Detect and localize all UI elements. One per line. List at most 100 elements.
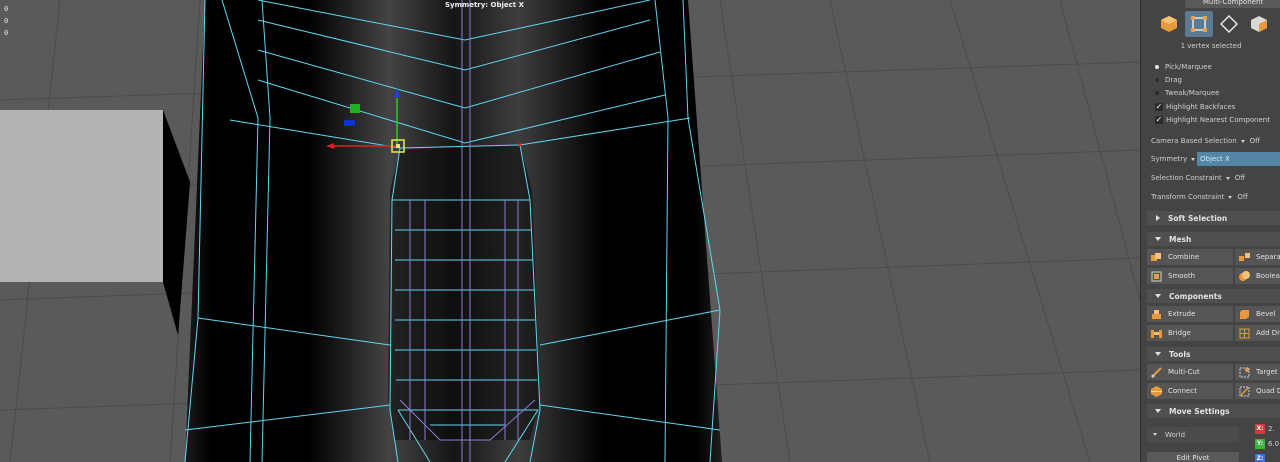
transform-constraint-setting[interactable]: Transform Constraint Off xyxy=(1151,190,1248,204)
section-title: Components xyxy=(1169,291,1222,301)
dropdown-arrow-icon xyxy=(1240,139,1245,143)
face-mode-icon xyxy=(1251,16,1267,32)
bevel-icon xyxy=(1240,309,1249,319)
symmetry-setting[interactable]: Symmetry xyxy=(1151,152,1200,166)
vertex-mode-button[interactable] xyxy=(1215,11,1243,37)
option-label: Pick/Marquee xyxy=(1165,63,1212,71)
edit-pivot-button[interactable]: Edit Pivot xyxy=(1147,452,1239,462)
selection-constraint-setting[interactable]: Selection Constraint Off xyxy=(1151,171,1245,185)
section-title: Move Settings xyxy=(1169,406,1230,416)
object-mode-icon xyxy=(1161,16,1177,32)
target-weld-button[interactable]: Target Weld xyxy=(1235,364,1280,380)
smooth-button[interactable]: Smooth xyxy=(1147,268,1233,284)
y-axis-chip: Y: xyxy=(1255,439,1265,449)
collapsed-arrow-icon xyxy=(1156,215,1160,221)
quad-draw-button[interactable]: Quad Draw xyxy=(1235,383,1280,399)
connect-icon xyxy=(1151,385,1162,397)
multi-cut-button[interactable]: Multi-Cut xyxy=(1147,364,1233,380)
dropdown-arrow-icon xyxy=(1228,195,1233,199)
hud-stat-3: 0 xyxy=(4,29,9,37)
y-axis-value[interactable]: 6.0 xyxy=(1268,440,1279,448)
tool-label: Combine xyxy=(1168,253,1200,261)
selection-count: 1 vertex selected xyxy=(1180,42,1242,50)
section-title: Soft Selection xyxy=(1168,213,1228,223)
boolean-icon xyxy=(1239,270,1250,281)
camera-based-selection-setting[interactable]: Camera Based Selection Off xyxy=(1151,134,1260,148)
separate-button[interactable]: Separate xyxy=(1235,249,1280,265)
tool-label: Add Divisions xyxy=(1256,329,1280,337)
combine-icon xyxy=(1151,252,1161,261)
separate-icon xyxy=(1239,252,1250,261)
setting-value: Off xyxy=(1249,137,1261,145)
dropdown-arrow-icon xyxy=(1225,176,1230,180)
tool-label: Bridge xyxy=(1168,329,1191,337)
world-space-dropdown[interactable]: World xyxy=(1147,427,1239,442)
pick-marquee-option[interactable]: Pick/Marquee xyxy=(1155,61,1212,73)
mesh-section[interactable]: Mesh xyxy=(1147,232,1280,246)
dropdown-arrow-icon xyxy=(1153,433,1157,436)
target-weld-icon xyxy=(1239,367,1250,377)
setting-value: Off xyxy=(1234,174,1246,182)
checkbox-label: Highlight Backfaces xyxy=(1166,103,1236,111)
section-title: Tools xyxy=(1169,349,1191,359)
object-mode-button[interactable] xyxy=(1155,11,1183,37)
expanded-arrow-icon xyxy=(1155,409,1161,413)
check-icon: ✓ xyxy=(1155,115,1163,124)
checkbox-label: Highlight Nearest Component xyxy=(1166,116,1270,124)
tweak-marquee-option[interactable]: Tweak/Marquee xyxy=(1155,87,1219,99)
connect-button[interactable]: Connect xyxy=(1147,383,1233,399)
setting-label: Transform Constraint xyxy=(1151,193,1225,201)
tool-label: Extrude xyxy=(1168,310,1196,318)
tool-label: Bevel xyxy=(1256,310,1276,318)
setting-label: Selection Constraint xyxy=(1151,174,1222,182)
components-section[interactable]: Components xyxy=(1147,289,1280,303)
symmetry-dropdown[interactable]: Object X xyxy=(1197,152,1280,166)
setting-value: Off xyxy=(1237,193,1248,201)
expanded-arrow-icon xyxy=(1155,352,1161,356)
multi-component-button[interactable] xyxy=(1185,11,1213,37)
section-title: Mesh xyxy=(1169,234,1192,244)
face-mode-button[interactable] xyxy=(1245,11,1273,37)
tool-label: Separate xyxy=(1256,253,1280,261)
soft-selection-section[interactable]: Soft Selection xyxy=(1147,211,1280,225)
check-icon: ✓ xyxy=(1155,102,1163,111)
move-settings-section[interactable]: Move Settings xyxy=(1147,404,1280,418)
tools-section[interactable]: Tools xyxy=(1147,347,1280,361)
radio-selected-icon xyxy=(1155,65,1159,69)
option-label: Tweak/Marquee xyxy=(1165,89,1220,97)
tool-label: Connect xyxy=(1168,387,1197,395)
highlight-nearest-checkbox[interactable]: ✓ Highlight Nearest Component xyxy=(1155,114,1270,126)
boolean-button[interactable]: Boolean xyxy=(1235,268,1280,284)
x-axis-value[interactable]: 2. xyxy=(1268,425,1275,433)
tool-label: Smooth xyxy=(1168,272,1196,280)
drag-option[interactable]: Drag xyxy=(1155,74,1182,86)
combine-button[interactable]: Combine xyxy=(1147,249,1233,265)
radio-icon xyxy=(1155,91,1159,95)
extrude-button[interactable]: Extrude xyxy=(1147,306,1233,322)
add-divisions-button[interactable]: Add Divisions xyxy=(1235,325,1280,341)
bevel-button[interactable]: Bevel xyxy=(1235,306,1280,322)
expanded-arrow-icon xyxy=(1155,294,1161,298)
mode-header[interactable]: Multi-Component xyxy=(1185,0,1280,8)
option-label: Drag xyxy=(1165,76,1183,84)
bridge-icon xyxy=(1151,329,1162,338)
expanded-arrow-icon xyxy=(1155,237,1161,241)
quad-draw-icon xyxy=(1239,386,1250,396)
extrude-icon xyxy=(1152,309,1161,319)
scene-canvas[interactable] xyxy=(0,0,1140,462)
add-divisions-icon xyxy=(1239,328,1250,338)
multi-component-icon xyxy=(1191,16,1207,32)
setting-label: Symmetry xyxy=(1151,155,1188,163)
tool-label: Boolean xyxy=(1256,272,1280,280)
viewport-3d[interactable]: 0 0 0 Symmetry: Object X xyxy=(0,0,1140,462)
radio-icon xyxy=(1155,78,1159,82)
space-label: World xyxy=(1165,430,1186,439)
selection-mode-row xyxy=(1155,11,1280,37)
multi-cut-icon xyxy=(1151,366,1162,378)
smooth-icon xyxy=(1151,271,1162,281)
x-axis-chip: X: xyxy=(1255,424,1265,434)
cube-object xyxy=(0,110,190,335)
bridge-button[interactable]: Bridge xyxy=(1147,325,1233,341)
modeling-toolkit-panel: Multi-Component 1 vertex selected Pick/M… xyxy=(1140,0,1280,462)
highlight-backfaces-checkbox[interactable]: ✓ Highlight Backfaces xyxy=(1155,101,1235,113)
